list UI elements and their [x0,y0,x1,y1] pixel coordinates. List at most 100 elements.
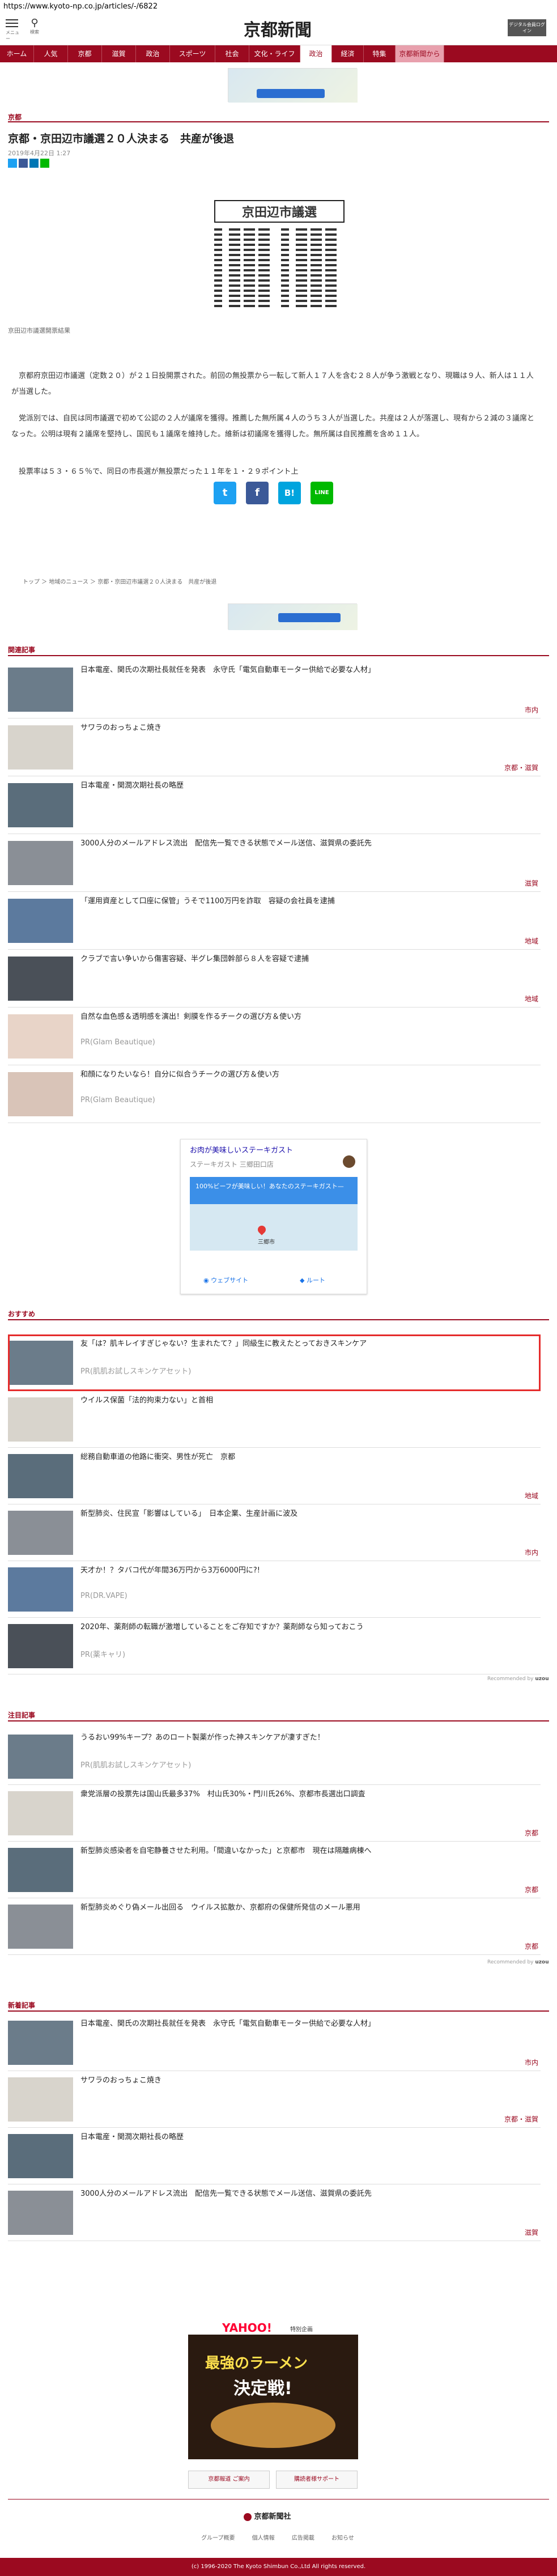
search-button[interactable]: ⚲ 検索 [26,17,43,40]
category-label[interactable]: 地域 [525,1491,538,1500]
list-item-title[interactable]: 「運用資産として口座に保管」うそで1100万円を詐取 容疑の会社員を逮捕 [80,896,534,907]
list-item[interactable]: 総務自動車道の他路に衝突、男性が死亡 京都地域 [8,1448,541,1504]
mid-map-ad[interactable] [228,603,358,630]
list-item[interactable]: サワラのおっちょこ焼き 京都・滋賀 [8,2071,541,2128]
footer-link[interactable]: お知らせ [331,2533,354,2541]
nav-item[interactable]: スポーツ [170,45,215,62]
list-item[interactable]: 3000人分のメールアドレス流出 配信先一覧できる状態でメール送信、滋賀県の委託… [8,2184,541,2241]
list-item-title[interactable]: うるおい99%キープ？あのロート製薬が作った神スキンケアが凄すぎた！ [80,1733,534,1743]
list-item-title[interactable]: 日本電産、関氏の次期社長就任を発表 永守氏「電気自動車モーター供給で必要な人材」 [80,665,534,675]
list-item-title[interactable]: 3000人分のメールアドレス流出 配信先一覧できる状態でメール送信、滋賀県の委託… [80,2189,534,2199]
article-thumbnail[interactable] [8,2134,73,2178]
nav-item[interactable]: 京都新聞から [396,45,444,62]
site-logo[interactable]: 京都新聞 [215,16,340,41]
list-item-title[interactable]: 日本電産・関潤次期社長の略歴 [80,2132,534,2143]
article-image[interactable]: 京田辺市議選 [210,195,349,320]
list-item-title[interactable]: クラブで言い争いから傷害容疑、半グレ集団幹部ら８人を容疑で逮捕 [80,954,534,964]
list-item-title[interactable]: 2020年、薬剤師の転職が激増していることをご存知ですか？薬剤師なら知っておこう [80,1622,534,1633]
nav-item[interactable]: 政治 [300,45,332,62]
article-thumbnail[interactable] [8,841,73,885]
list-item[interactable]: 自然な血色感＆透明感を演出！剣膜を作るチークの選び方＆使い方 PR(Glam Be… [8,1008,541,1065]
yahoo-ad[interactable]: YAHOO! 特別企画 最強のラーメン 決定戦! [188,2318,358,2459]
article-thumbnail[interactable] [8,1567,73,1612]
list-item-title[interactable]: 新型肺炎めぐり偽メール出回る ウイルス拡散か、京都府の保健所発信のメール悪用 [80,1903,534,1913]
list-item[interactable]: 新型肺炎感染者を自宅静養させた利用。「間違いなかった」と京都市 現在は隔離病棟へ… [8,1842,541,1898]
article-thumbnail[interactable] [8,1014,73,1059]
share-hatena-button[interactable]: B! [278,482,301,504]
list-item-title[interactable]: 衆党派層の投票先は国山氏最多37% 村山氏30%・門川氏26%、京都市長選出口調… [80,1789,534,1800]
list-item[interactable]: 新型肺炎、住民宣「影響はしている」 日本企業、生産計画に波及市内 [8,1504,541,1561]
breadcrumb-local[interactable]: 地域のニュース [49,579,88,585]
url-bar[interactable]: https://www.kyoto-np.co.jp/articles/-/68… [0,0,557,12]
article-thumbnail[interactable] [8,2191,73,2235]
map-area[interactable]: 100%ビーフが美味しい！あなたのステーキガスト— 三郷市 [190,1177,358,1251]
nav-item[interactable]: 滋賀 [102,45,136,62]
list-item[interactable]: 日本電産、関氏の次期社長就任を発表 永守氏「電気自動車モーター供給で必要な人材」… [8,2014,541,2071]
share-facebook-button[interactable]: f [246,482,269,504]
category-label[interactable]: 市内 [525,705,538,715]
article-thumbnail[interactable] [8,2021,73,2065]
list-item[interactable]: 衆党派層の投票先は国山氏最多37% 村山氏30%・門川氏26%、京都市長選出口調… [8,1785,541,1842]
category-label[interactable]: 滋賀 [525,878,538,888]
linkedin-icon[interactable] [29,159,39,168]
list-item[interactable]: 天才か！？タバコ代が年間36万円から3万6000円に?! PR(DR.VAPE) [8,1561,541,1618]
nav-item[interactable]: 文化・ライフ [249,45,300,62]
category-label[interactable]: 滋賀 [525,2228,538,2237]
line-icon[interactable] [40,159,49,168]
list-item-title[interactable]: 日本電産、関氏の次期社長就任を発表 永守氏「電気自動車モーター供給で必要な人材」 [80,2019,534,2029]
website-button[interactable]: ◉ ウェブサイト [203,1276,248,1285]
article-thumbnail[interactable] [8,1397,73,1442]
footer-button-support[interactable]: 購読者様サポート [276,2471,358,2489]
list-item[interactable]: 日本電産、関氏の次期社長就任を発表 永守氏「電気自動車モーター供給で必要な人材」… [8,661,541,719]
route-button[interactable]: ◆ ルート [300,1276,325,1285]
category-label[interactable]: 市内 [525,2058,538,2067]
list-item-title[interactable]: 総務自動車道の他路に衝突、男性が死亡 京都 [80,1452,534,1463]
article-thumbnail[interactable] [8,725,73,770]
list-item[interactable]: ウイルス保菌「法的拘束力ない」と首相 [8,1391,541,1448]
list-item-title[interactable]: 自然な血色感＆透明感を演出！剣膜を作るチークの選び方＆使い方 [80,1012,534,1022]
top-map-ad[interactable] [228,68,358,103]
nav-item[interactable]: ホーム [0,45,34,62]
footer-link[interactable]: グループ概要 [201,2533,235,2541]
nav-item[interactable]: 特集 [364,45,396,62]
list-item[interactable]: 「運用資産として口座に保管」うそで1100万円を詐取 容疑の会社員を逮捕地域 [8,892,541,950]
list-item-title[interactable]: 日本電産・関潤次期社長の略歴 [80,781,534,791]
footer-logo[interactable]: 京都新聞社 [244,2510,291,2521]
share-twitter-button[interactable]: t [214,482,236,504]
list-item-title[interactable]: サワラのおっちょこ焼き [80,2076,534,2086]
article-thumbnail[interactable] [8,1735,73,1779]
list-item[interactable]: 和顔になりたいなら！自分に似合うチークの選び方＆使い方 PR(Glam Beaut… [8,1065,541,1123]
list-item-title[interactable]: ウイルス保菌「法的拘束力ない」と首相 [80,1396,534,1406]
nav-item[interactable]: 経済 [332,45,364,62]
list-item-title[interactable]: 新型肺炎、住民宣「影響はしている」 日本企業、生産計画に波及 [80,1509,534,1519]
article-thumbnail[interactable] [8,1454,73,1498]
list-item[interactable]: うるおい99%キープ？あのロート製薬が作った神スキンケアが凄すぎた！ PR(肌肌お… [8,1728,541,1785]
section-label[interactable]: 京都 [8,112,22,122]
list-item-title[interactable]: 天才か！？タバコ代が年間36万円から3万6000円に?! [80,1566,534,1576]
nav-item[interactable]: 政治 [136,45,170,62]
article-thumbnail[interactable] [8,1848,73,1892]
article-thumbnail[interactable] [8,1624,73,1668]
menu-button[interactable]: メニュー [6,17,20,41]
article-thumbnail[interactable] [8,1072,73,1116]
list-item[interactable]: 2020年、薬剤師の転職が激増していることをご存知ですか？薬剤師なら知っておこう… [8,1618,541,1674]
footer-link[interactable]: 広告掲載 [292,2533,314,2541]
list-item-title[interactable]: サワラのおっちょこ焼き [80,723,534,733]
list-item[interactable]: 日本電産・関潤次期社長の略歴 [8,776,541,834]
article-thumbnail[interactable] [8,1905,73,1949]
footer-link[interactable]: 個人情報 [252,2533,275,2541]
login-button[interactable]: デジタル会員ログイン [508,19,546,36]
list-item[interactable]: 3000人分のメールアドレス流出 配信先一覧できる状態でメール送信、滋賀県の委託… [8,834,541,892]
list-item[interactable]: サワラのおっちょこ焼き 京都・滋賀 [8,719,541,776]
list-item[interactable]: 日本電産・関潤次期社長の略歴 [8,2128,541,2184]
ad-title[interactable]: お肉が美味しいステーキガスト [181,1140,367,1159]
category-label[interactable]: 地域 [525,936,538,946]
facebook-icon[interactable] [19,159,28,168]
nav-item[interactable]: 社会 [215,45,249,62]
category-label[interactable]: 京都 [525,1885,538,1894]
category-label[interactable]: 市内 [525,1548,538,1557]
nav-item[interactable]: 京都 [68,45,102,62]
list-item-title[interactable]: 和顔になりたいなら！自分に似合うチークの選び方＆使い方 [80,1070,534,1080]
article-thumbnail[interactable] [8,668,73,712]
list-item[interactable]: 新型肺炎めぐり偽メール出回る ウイルス拡散か、京都府の保健所発信のメール悪用 京都 [8,1898,541,1955]
